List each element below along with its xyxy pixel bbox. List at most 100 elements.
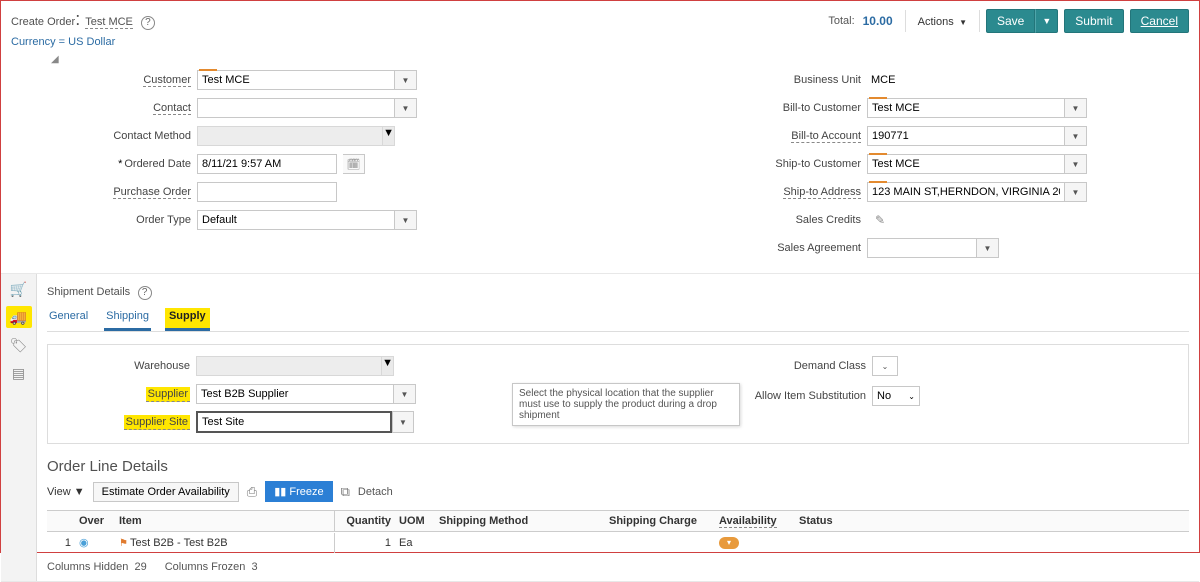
sales-agreement-dropdown-icon[interactable]: ▼	[977, 238, 999, 258]
label-contact-method: Contact Method	[61, 130, 191, 142]
export-icon[interactable]: ⎙	[247, 484, 257, 500]
ordered-date-input[interactable]	[197, 154, 337, 174]
shipment-details-title: Shipment Details	[47, 286, 130, 298]
save-dropdown-button[interactable]: ▼	[1035, 9, 1058, 33]
customer-dropdown-icon[interactable]: ▼	[395, 70, 417, 90]
sales-credits-edit-icon[interactable]: ✎	[875, 213, 885, 227]
label-order-type: Order Type	[61, 214, 191, 226]
ship-to-address-dropdown-icon[interactable]: ▼	[1065, 182, 1087, 202]
table-icon[interactable]: ▤	[6, 362, 32, 384]
allow-item-sub-dropdown[interactable]: No⌄	[872, 386, 920, 406]
col-uom[interactable]: UOM	[395, 511, 435, 531]
label-bu: Business Unit	[731, 74, 861, 86]
col-over[interactable]: Over	[75, 511, 115, 531]
label-demand-class: Demand Class	[716, 360, 866, 372]
detach-label[interactable]: Detach	[358, 486, 393, 498]
order-type-input[interactable]	[197, 210, 395, 230]
collapse-icon[interactable]: ◢	[51, 54, 1199, 65]
label-sales-credits: Sales Credits	[731, 214, 861, 226]
label-supplier-site: Supplier Site	[124, 415, 190, 430]
columns-frozen-count: 3	[252, 561, 258, 573]
label-warehouse: Warehouse	[60, 360, 190, 372]
help-icon[interactable]: ?	[138, 286, 152, 300]
ship-to-customer-dropdown-icon[interactable]: ▼	[1065, 154, 1087, 174]
columns-frozen-label: Columns Frozen	[165, 561, 246, 573]
bill-to-account-input[interactable]	[867, 126, 1065, 146]
bill-to-account-dropdown-icon[interactable]: ▼	[1065, 126, 1087, 146]
bill-to-customer-dropdown-icon[interactable]: ▼	[1065, 98, 1087, 118]
contact-input[interactable]	[197, 98, 395, 118]
overview-icon[interactable]: ◉	[79, 537, 89, 549]
col-quantity[interactable]: Quantity	[335, 511, 395, 531]
contact-method-dropdown-icon: ▼	[382, 127, 394, 145]
total-label: Total:	[828, 15, 854, 27]
table-row[interactable]: 1 ◉ ⚑Test B2B - Test B2B 1 Ea ▾	[47, 532, 1189, 553]
col-availability[interactable]: Availability	[719, 515, 777, 528]
availability-badge[interactable]: ▾	[719, 537, 739, 549]
supplier-dropdown-icon[interactable]: ▼	[394, 384, 416, 404]
date-picker-icon[interactable]: 🗓	[343, 154, 365, 174]
tab-general[interactable]: General	[47, 308, 90, 331]
save-button[interactable]: Save	[986, 9, 1035, 33]
sales-agreement-input[interactable]	[867, 238, 977, 258]
supplier-site-tooltip: Select the physical location that the su…	[512, 383, 740, 426]
label-bill-account: Bill-to Account	[791, 130, 861, 143]
ship-to-address-input[interactable]	[867, 182, 1065, 202]
ship-to-customer-input[interactable]	[867, 154, 1065, 174]
supplier-site-dropdown-icon[interactable]: ▼	[392, 411, 414, 433]
supplier-input[interactable]	[196, 384, 394, 404]
submit-button[interactable]: Submit	[1064, 9, 1123, 33]
row-qty: 1	[335, 533, 395, 553]
supplier-site-input[interactable]	[196, 411, 392, 433]
currency-text: Currency = US Dollar	[11, 36, 1199, 48]
title-prefix: Create Order	[11, 16, 75, 28]
order-type-dropdown-icon[interactable]: ▼	[395, 210, 417, 230]
label-ordered-date: Ordered Date	[124, 158, 191, 170]
label-sales-agreement: Sales Agreement	[731, 242, 861, 254]
demand-class-dropdown[interactable]: ⌄	[872, 356, 898, 376]
actions-menu[interactable]: Actions ▼	[912, 14, 973, 28]
total-value: 10.00	[863, 14, 893, 28]
cancel-button[interactable]: Cancel	[1130, 9, 1189, 33]
label-customer: Customer	[143, 74, 191, 87]
col-ship-method[interactable]: Shipping Method	[435, 511, 605, 531]
columns-hidden-count: 29	[134, 561, 146, 573]
label-po: Purchase Order	[113, 186, 191, 199]
warehouse-input: ▼	[196, 356, 394, 376]
grid-header: Over Item Quantity UOM Shipping Method S…	[47, 510, 1189, 532]
freeze-button[interactable]: ▮▮ Freeze	[265, 481, 332, 502]
title-order-name: Test MCE	[85, 16, 133, 29]
contact-method-input: ▼	[197, 126, 395, 146]
row-uom: Ea	[395, 533, 435, 553]
truck-icon[interactable]: 🚚	[6, 306, 32, 328]
tab-supply[interactable]: Supply	[165, 308, 210, 331]
row-item-text: Test B2B - Test B2B	[130, 537, 228, 549]
label-contact: Contact	[153, 102, 191, 115]
contact-dropdown-icon[interactable]: ▼	[395, 98, 417, 118]
label-ship-customer: Ship-to Customer	[731, 158, 861, 170]
label-ship-address: Ship-to Address	[783, 186, 861, 199]
business-unit-value: MCE	[867, 74, 895, 86]
page-title: Create Order: Test MCE ?	[11, 9, 155, 30]
row-index: 1	[47, 533, 75, 553]
tag-icon[interactable]: 🏷	[6, 334, 32, 356]
order-line-details-title: Order Line Details	[47, 458, 1189, 475]
estimate-availability-button[interactable]: Estimate Order Availability	[93, 482, 239, 502]
help-icon[interactable]: ?	[141, 16, 155, 30]
detach-icon[interactable]: ⧉	[341, 484, 350, 500]
label-bill-customer: Bill-to Customer	[731, 102, 861, 114]
divider	[979, 10, 980, 32]
purchase-order-input[interactable]	[197, 182, 337, 202]
warehouse-dropdown-icon: ▼	[381, 357, 393, 375]
cart-icon[interactable]: 🛒	[6, 278, 32, 300]
view-menu[interactable]: View ▼	[47, 486, 85, 498]
bill-to-customer-input[interactable]	[867, 98, 1065, 118]
customer-input[interactable]	[197, 70, 395, 90]
col-ship-charge[interactable]: Shipping Charge	[605, 511, 715, 531]
col-item[interactable]: Item	[115, 511, 335, 531]
tab-shipping[interactable]: Shipping	[104, 308, 151, 331]
divider	[905, 10, 906, 32]
col-status[interactable]: Status	[795, 511, 885, 531]
flag-icon: ⚑	[119, 538, 128, 549]
label-supplier: Supplier	[146, 387, 190, 402]
